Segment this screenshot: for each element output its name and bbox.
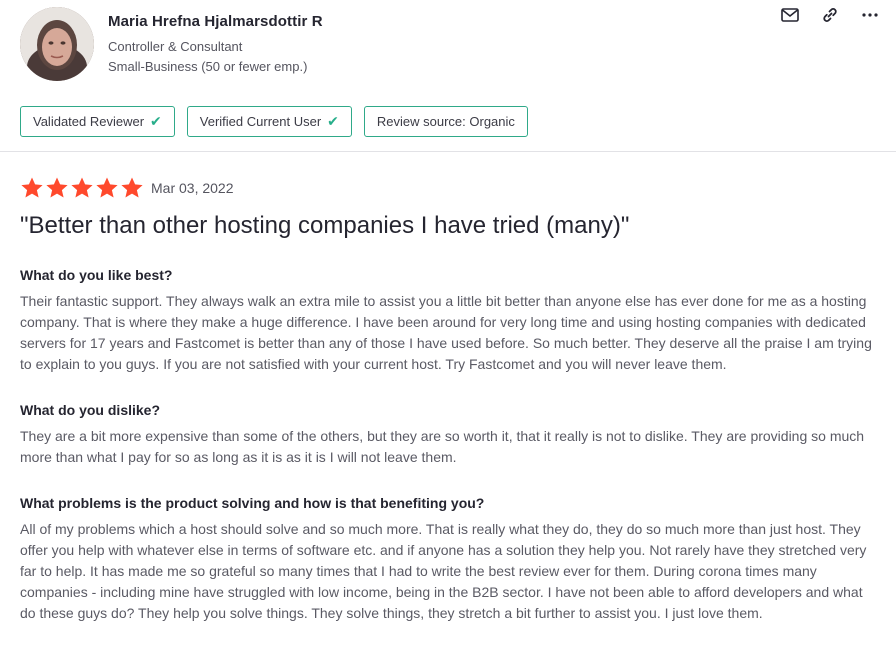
- star-icon: [70, 176, 94, 200]
- reviewer-avatar[interactable]: [20, 7, 94, 81]
- reviewer-badges: Validated Reviewer ✔ Verified Current Us…: [20, 106, 528, 137]
- answer-text: All of my problems which a host should s…: [20, 521, 867, 621]
- reviewer-company-size: Small-Business (50 or fewer emp.): [108, 59, 308, 74]
- badge-label: Validated Reviewer: [33, 114, 145, 129]
- question-heading: What do you dislike?: [20, 402, 161, 418]
- star-rating: [20, 176, 144, 200]
- rating-row: Mar 03, 2022: [20, 176, 234, 200]
- reviewer-role: Controller & Consultant: [108, 39, 243, 54]
- more-options-button[interactable]: [860, 6, 880, 24]
- link-icon: [823, 8, 837, 22]
- reviewer-header: Maria Hrefna Hjalmarsdottir R Controller…: [0, 0, 896, 152]
- email-button[interactable]: [780, 6, 800, 24]
- star-icon: [120, 176, 144, 200]
- review-actions: [780, 6, 880, 24]
- qa-dislike: What do you dislike? They are a bit more…: [20, 402, 882, 468]
- question-heading: What problems is the product solving and…: [20, 495, 485, 511]
- answer-text: Their fantastic support. They always wal…: [20, 293, 872, 372]
- badge-label: Review source: Organic: [376, 114, 515, 129]
- question-heading: What do you like best?: [20, 267, 173, 283]
- badge-verified-current-user[interactable]: Verified Current User ✔: [186, 106, 352, 137]
- answer-text: They are a bit more expensive than some …: [20, 428, 865, 465]
- star-icon: [95, 176, 119, 200]
- copy-link-button[interactable]: [820, 6, 840, 24]
- star-icon: [45, 176, 69, 200]
- reviewer-name[interactable]: Maria Hrefna Hjalmarsdottir R: [108, 13, 323, 30]
- envelope-icon: [781, 8, 799, 22]
- badge-validated-reviewer[interactable]: Validated Reviewer ✔: [20, 106, 175, 137]
- star-icon: [20, 176, 44, 200]
- review-date: Mar 03, 2022: [151, 180, 234, 196]
- badge-review-source[interactable]: Review source: Organic: [363, 106, 528, 137]
- review-title[interactable]: "Better than other hosting companies I h…: [20, 212, 629, 240]
- check-icon: ✔: [150, 113, 162, 129]
- qa-like-best: What do you like best? Their fantastic s…: [20, 267, 882, 375]
- badge-label: Verified Current User: [199, 114, 322, 129]
- more-horizontal-icon: [862, 13, 878, 17]
- check-icon: ✔: [327, 113, 339, 129]
- qa-problems-solved: What problems is the product solving and…: [20, 495, 882, 624]
- header-divider: [0, 151, 896, 152]
